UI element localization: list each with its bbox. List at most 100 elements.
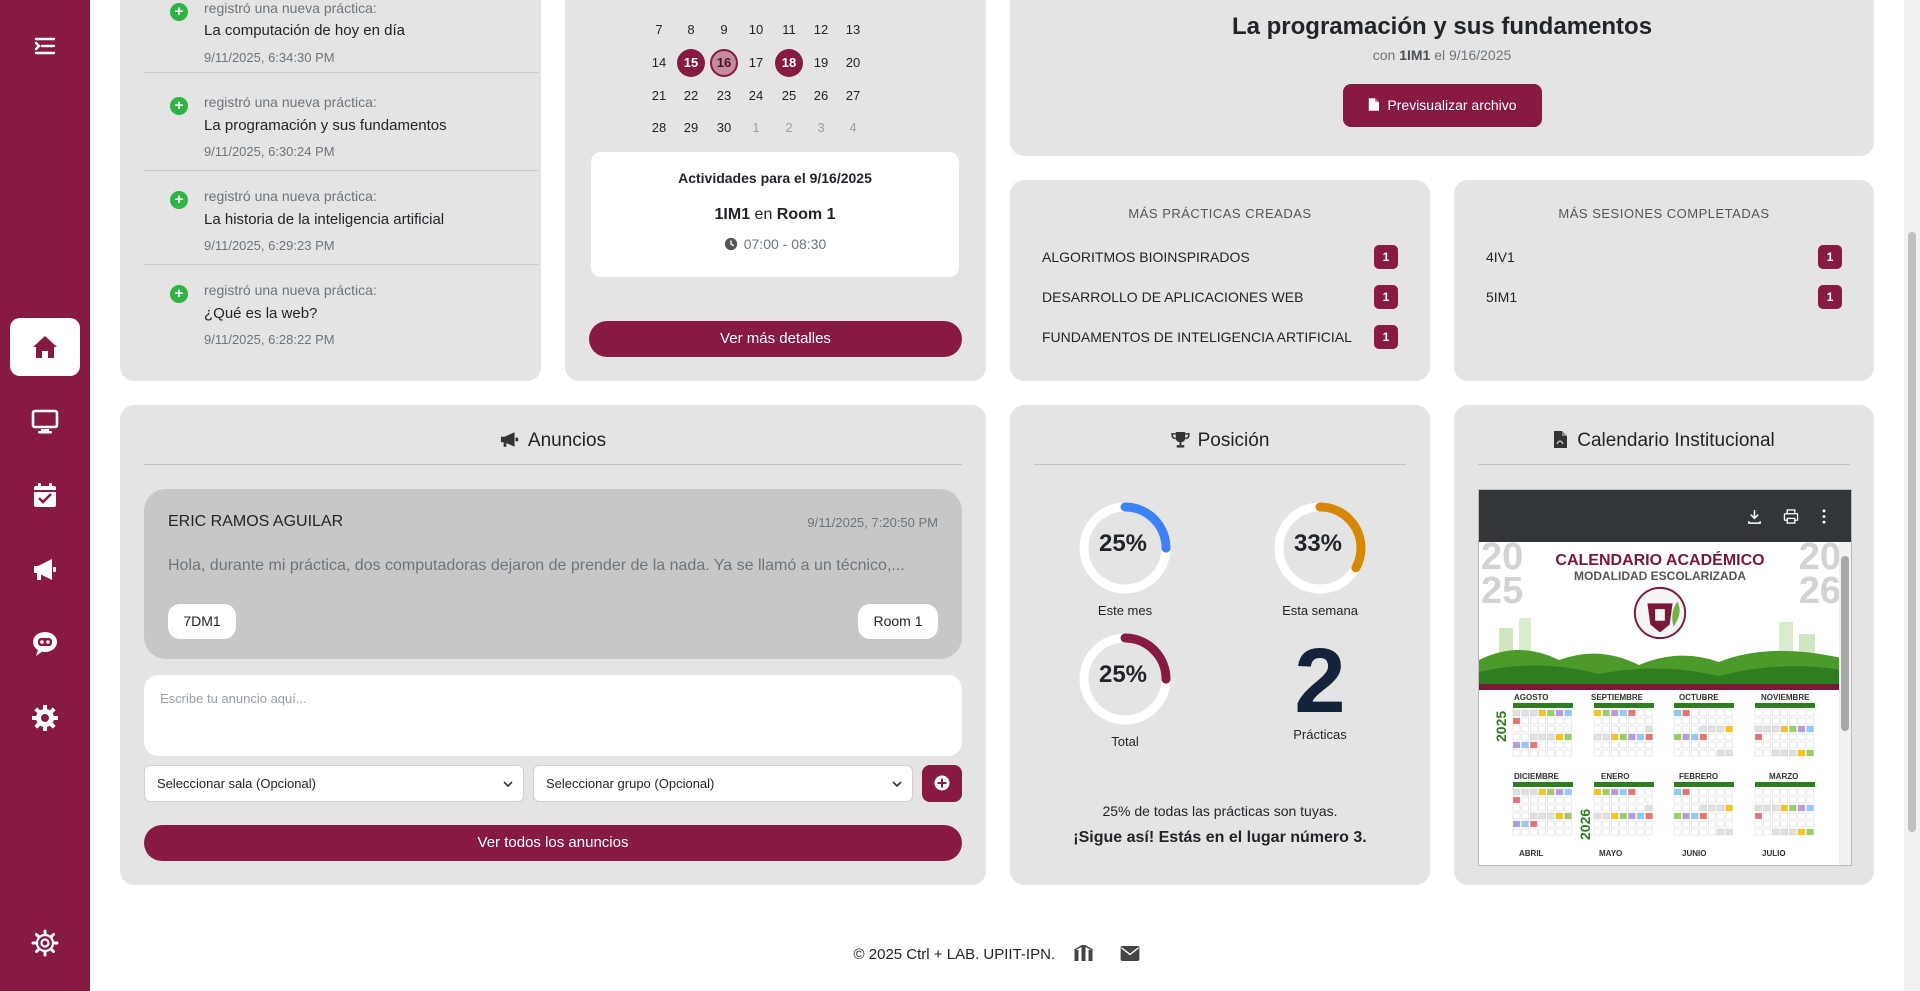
mini-calendar-cell (1772, 709, 1780, 717)
mini-calendar-cell (1725, 796, 1733, 804)
calendar-day[interactable]: 15 (677, 49, 705, 77)
room-tag[interactable]: Room 1 (858, 604, 938, 639)
announcement-author: ERIC RAMOS AGUILAR (168, 513, 344, 530)
nav-home[interactable] (10, 318, 80, 376)
calendar-day[interactable]: 4 (773, 0, 805, 10)
nav-preferences[interactable] (10, 914, 80, 972)
nav-announcements[interactable] (10, 540, 80, 598)
file-pdf-icon (1554, 431, 1568, 448)
plus-circle-icon: + (170, 285, 188, 303)
calendar-day[interactable]: 31 (643, 0, 675, 10)
nav-computers[interactable] (10, 392, 80, 450)
activity-item[interactable]: + registró una nueva práctica: ¿Qué es l… (144, 266, 538, 359)
calendar-day[interactable]: 4 (837, 114, 869, 142)
calendar-day[interactable]: 25 (773, 82, 805, 110)
calendar-day[interactable]: 14 (643, 49, 675, 77)
calendar-day[interactable]: 7 (643, 16, 675, 44)
pdf-viewer[interactable]: 20 25 20 26 CALENDARIO ACADÉMICO MODALIDAD… (1478, 489, 1852, 866)
group-select[interactable]: Seleccionar grupo (Opcional) (533, 765, 913, 802)
calendar-day[interactable]: 1 (740, 114, 772, 142)
calendar-day[interactable]: 23 (708, 82, 740, 110)
room-select[interactable]: Seleccionar sala (Opcional) (144, 765, 524, 802)
calendar-day[interactable]: 2 (708, 0, 740, 10)
group-select-value: Seleccionar grupo (Opcional) (546, 776, 715, 791)
mini-calendar-cell (1691, 733, 1699, 741)
mini-calendar-cell (1555, 788, 1564, 796)
mini-calendar-cell (1691, 717, 1699, 725)
calendar-day[interactable]: 22 (675, 82, 707, 110)
page-scrollbar[interactable] (1904, 0, 1920, 991)
nav-calendar[interactable] (10, 466, 80, 524)
calendar-day[interactable]: 19 (805, 49, 837, 77)
mini-calendar-cell (1512, 820, 1521, 828)
mini-calendar-cell (1547, 709, 1555, 717)
top-practice-label: FUNDAMENTOS DE INTELIGENCIA ARTIFICIAL (1042, 329, 1352, 345)
preview-file-button[interactable]: Previsualizar archivo (1343, 84, 1542, 127)
calendar-day[interactable]: 27 (837, 82, 869, 110)
calendar-day[interactable]: 5 (805, 0, 837, 10)
mini-calendar-cell (1619, 804, 1627, 812)
calendar-day[interactable]: 30 (708, 114, 740, 142)
mini-calendar-cell (1628, 741, 1636, 749)
calendar-day[interactable]: 9 (708, 16, 740, 44)
calendar-day[interactable]: 10 (740, 16, 772, 44)
activity-item[interactable]: + registró una nueva práctica: La histor… (144, 172, 538, 265)
calendar-day[interactable]: 3 (740, 0, 772, 10)
mini-calendar-cell (1602, 733, 1610, 741)
calendar-day[interactable]: 3 (805, 114, 837, 142)
details-button[interactable]: Ver más detalles (589, 321, 962, 357)
top-practice-item[interactable]: DESARROLLO DE APLICACIONES WEB 1 (1042, 285, 1398, 311)
calendar-day[interactable]: 29 (675, 114, 707, 142)
mini-calendar-cell (1628, 717, 1636, 725)
download-icon[interactable] (1747, 509, 1762, 524)
calendar-day[interactable]: 17 (740, 49, 772, 77)
calendar-day[interactable]: 18 (775, 49, 803, 77)
mini-calendar-cell (1564, 828, 1572, 836)
top-practice-item[interactable]: FUNDAMENTOS DE INTELIGENCIA ARTIFICIAL 1 (1042, 325, 1398, 351)
calendar-day[interactable]: 24 (740, 82, 772, 110)
calendar-day[interactable]: 12 (805, 16, 837, 44)
publish-announcement-button[interactable] (922, 765, 962, 802)
top-session-item[interactable]: 5IM1 1 (1486, 285, 1842, 311)
preview-title: La programación y sus fundamentos (1231, 13, 1653, 40)
calendar-day[interactable]: 21 (643, 82, 675, 110)
nav-assistant[interactable] (10, 614, 80, 672)
mini-calendar-cell (1628, 733, 1636, 741)
calendar-day[interactable]: 2 (773, 114, 805, 142)
calendar-day[interactable]: 13 (837, 16, 869, 44)
calendar-day[interactable]: 20 (837, 49, 869, 77)
announcement-textarea[interactable]: Escribe tu anuncio aquí... (144, 675, 962, 756)
print-icon[interactable] (1783, 509, 1799, 524)
gear-outline-icon (31, 929, 59, 957)
nav-settings[interactable] (10, 689, 80, 747)
calendar-day[interactable]: 1 (675, 0, 707, 10)
calendar-day[interactable]: 8 (675, 16, 707, 44)
activity-item[interactable]: + registró una nueva práctica: La comput… (144, 0, 538, 73)
pdf-scrollbar[interactable] (1839, 542, 1851, 865)
mini-calendar-cell (1673, 812, 1682, 820)
all-announcements-button[interactable]: Ver todos los anuncios (144, 825, 962, 861)
top-session-item[interactable]: 4IV1 1 (1486, 245, 1842, 271)
institution-icon[interactable] (1073, 944, 1094, 961)
activity-item[interactable]: + registró una nueva práctica: La progra… (144, 78, 538, 171)
mini-calendar-cell (1780, 709, 1788, 717)
calendar-day[interactable]: 26 (805, 82, 837, 110)
activity-time: 07:00 - 08:30 (743, 236, 827, 252)
page-scrollbar-thumb[interactable] (1908, 232, 1916, 832)
menu-toggle-button[interactable] (10, 17, 80, 75)
mail-icon[interactable] (1120, 946, 1140, 961)
mini-calendar-cell (1547, 804, 1555, 812)
group-tag[interactable]: 7DM1 (168, 604, 236, 639)
announcement-post[interactable]: ERIC RAMOS AGUILAR 9/11/2025, 7:20:50 PM… (144, 489, 962, 659)
calendar-day[interactable]: 11 (773, 16, 805, 44)
activity-entry[interactable]: 1IM1 en Room 1 (591, 206, 959, 224)
calendar-day[interactable]: 16 (710, 49, 738, 77)
calendar-day[interactable]: 28 (643, 114, 675, 142)
mini-calendar-cell (1628, 788, 1636, 796)
pdf-scrollbar-thumb[interactable] (1841, 556, 1849, 731)
more-vertical-icon[interactable] (1822, 509, 1826, 524)
mini-calendar-cell (1789, 812, 1797, 820)
top-practice-item[interactable]: ALGORITMOS BIOINSPIRADOS 1 (1042, 245, 1398, 271)
mini-calendar-cell (1628, 709, 1636, 717)
calendar-day[interactable]: 6 (837, 0, 869, 10)
